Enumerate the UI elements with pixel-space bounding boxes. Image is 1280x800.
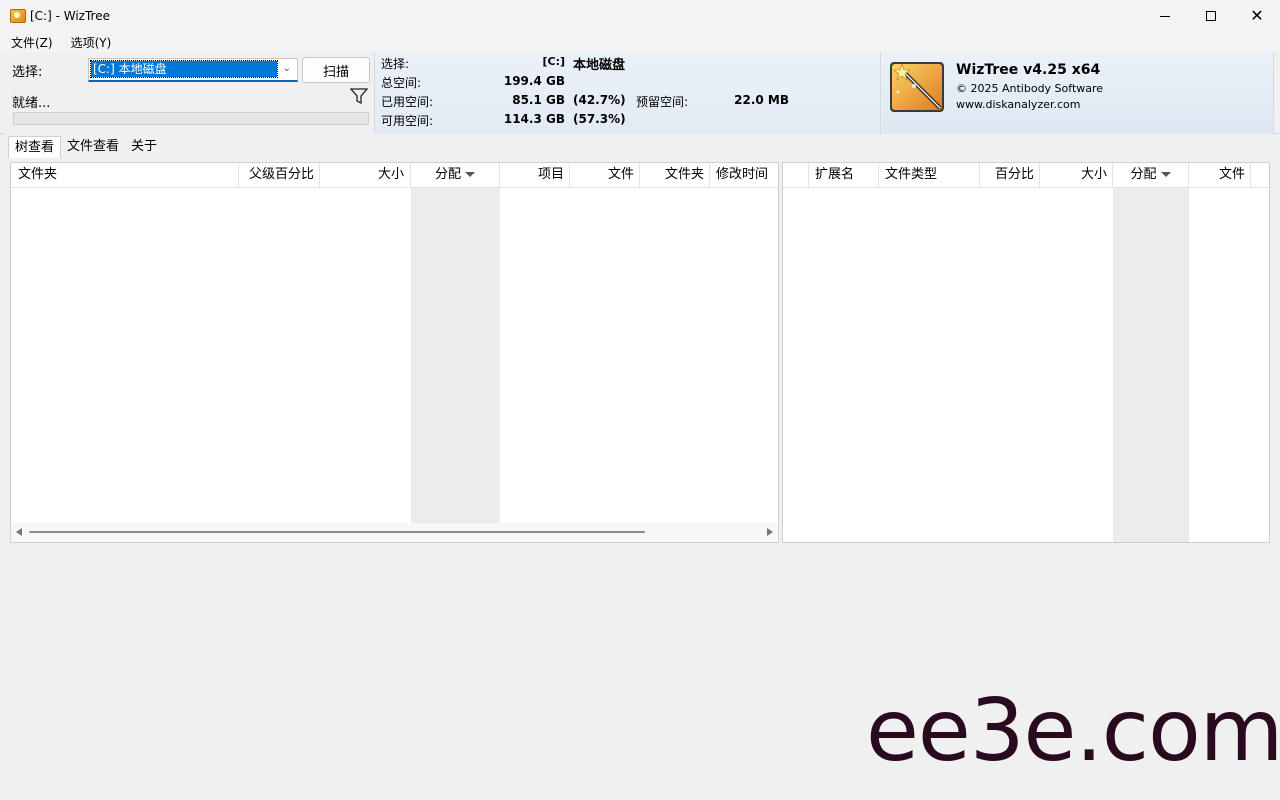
col-header-items[interactable]: 项目	[500, 163, 570, 187]
brand-panel: WizTree v4.25 x64 © 2025 Antibody Softwa…	[882, 52, 1274, 134]
scroll-left-icon[interactable]	[16, 528, 22, 536]
col-header-modified[interactable]: 修改时间	[710, 163, 778, 187]
col-header-allocated[interactable]: 分配	[411, 163, 500, 187]
info-total-value: 199.4 GB	[503, 74, 565, 88]
scan-progress-bar	[13, 112, 369, 125]
brand-website-link[interactable]: www.diskanalyzer.com	[956, 98, 1081, 111]
col-header-parent-percent[interactable]: 父级百分比	[239, 163, 320, 187]
col-header-files[interactable]: 文件	[1189, 163, 1251, 187]
info-used-value: 85.1 GB	[512, 93, 565, 107]
col-header-folder[interactable]: 文件夹	[11, 163, 239, 187]
header-divider	[783, 187, 1269, 188]
status-text: 就绪...	[12, 96, 51, 111]
chevron-down-icon: ⌄	[282, 63, 291, 74]
col-header-extension[interactable]: 扩展名	[809, 163, 879, 187]
header-divider	[11, 187, 778, 188]
scan-panel: 选择: [C:] 本地磁盘 ⌄ 扫描 就绪...	[4, 52, 374, 134]
view-tabs: 树查看 文件查看 关于	[8, 136, 163, 158]
sort-desc-icon	[1160, 172, 1171, 177]
info-free-label: 可用空间:	[381, 114, 434, 128]
info-total-label: 总空间:	[381, 76, 422, 90]
title-bar: [C:] - WizTree ✕	[0, 0, 1280, 32]
tab-file-view[interactable]: 文件查看	[61, 136, 125, 158]
drive-select-value: [C:] 本地磁盘	[90, 60, 278, 78]
info-used-label: 已用空间:	[381, 95, 434, 109]
col-header-allocated-label: 分配	[1130, 167, 1157, 182]
drive-info-panel: 选择: [C:] 本地磁盘 总空间: 199.4 GB 已用空间: 85.1 G…	[374, 52, 881, 134]
scroll-right-icon[interactable]	[767, 528, 773, 536]
info-drive-name: 本地磁盘	[573, 58, 626, 73]
tab-about[interactable]: 关于	[125, 136, 163, 158]
drive-select[interactable]: [C:] 本地磁盘 ⌄	[88, 58, 298, 82]
menu-bar: 文件(Z) 选项(Y)	[0, 32, 1280, 52]
wiztree-logo-icon	[890, 62, 944, 112]
scan-button[interactable]: 扫描	[302, 57, 370, 83]
col-header-size[interactable]: 大小	[1040, 163, 1113, 187]
col-header-color[interactable]	[783, 163, 809, 187]
tab-tree-view[interactable]: 树查看	[8, 136, 62, 158]
filter-icon[interactable]	[350, 88, 368, 104]
minimize-icon	[1160, 15, 1170, 17]
file-type-table[interactable]: 扩展名 文件类型 百分比 大小 分配 文件	[782, 162, 1270, 543]
sort-desc-icon	[465, 172, 475, 177]
sorted-column-shade	[411, 163, 500, 523]
scrollbar-thumb[interactable]	[29, 531, 645, 533]
info-free-pct: (57.3%)	[573, 112, 626, 126]
minimize-button[interactable]	[1142, 0, 1188, 32]
info-drive-letter: [C:]	[542, 55, 565, 68]
close-icon: ✕	[1250, 6, 1264, 25]
toolbar: 选择: [C:] 本地磁盘 ⌄ 扫描 就绪... 选择: [C:] 本地磁盘 总…	[0, 52, 1280, 134]
col-header-allocated-label: 分配	[434, 167, 461, 182]
brand-copyright: © 2025 Antibody Software	[956, 82, 1104, 95]
watermark-text: ee3e.com	[866, 681, 1280, 781]
info-used-pct: (42.7%)	[573, 93, 626, 107]
horizontal-scrollbar[interactable]	[11, 523, 778, 542]
maximize-button[interactable]	[1188, 0, 1234, 32]
sorted-column-shade	[1113, 163, 1189, 542]
menu-options[interactable]: 选项(Y)	[64, 34, 119, 51]
brand-title: WizTree v4.25 x64	[956, 62, 1101, 78]
col-header-files[interactable]: 文件	[570, 163, 640, 187]
menu-file[interactable]: 文件(Z)	[4, 34, 60, 51]
close-button[interactable]: ✕	[1234, 0, 1280, 32]
info-reserved-label: 预留空间:	[636, 95, 689, 109]
col-header-folders[interactable]: 文件夹	[640, 163, 710, 187]
maximize-icon	[1206, 11, 1216, 21]
info-free-value: 114.3 GB	[503, 112, 565, 126]
window-controls: ✕	[1142, 0, 1280, 32]
folder-tree-table[interactable]: 文件夹 父级百分比 大小 分配 项目 文件 文件夹 修改时间	[10, 162, 779, 543]
wiztree-app-icon	[10, 9, 26, 23]
col-header-percent[interactable]: 百分比	[980, 163, 1040, 187]
col-header-size[interactable]: 大小	[320, 163, 411, 187]
info-reserved-value: 22.0 MB	[734, 93, 789, 107]
window-title: [C:] - WizTree	[30, 9, 110, 23]
info-select-label: 选择:	[381, 57, 410, 71]
drive-select-label: 选择:	[12, 65, 43, 80]
col-header-file-type[interactable]: 文件类型	[879, 163, 980, 187]
col-header-allocated[interactable]: 分配	[1113, 163, 1189, 187]
